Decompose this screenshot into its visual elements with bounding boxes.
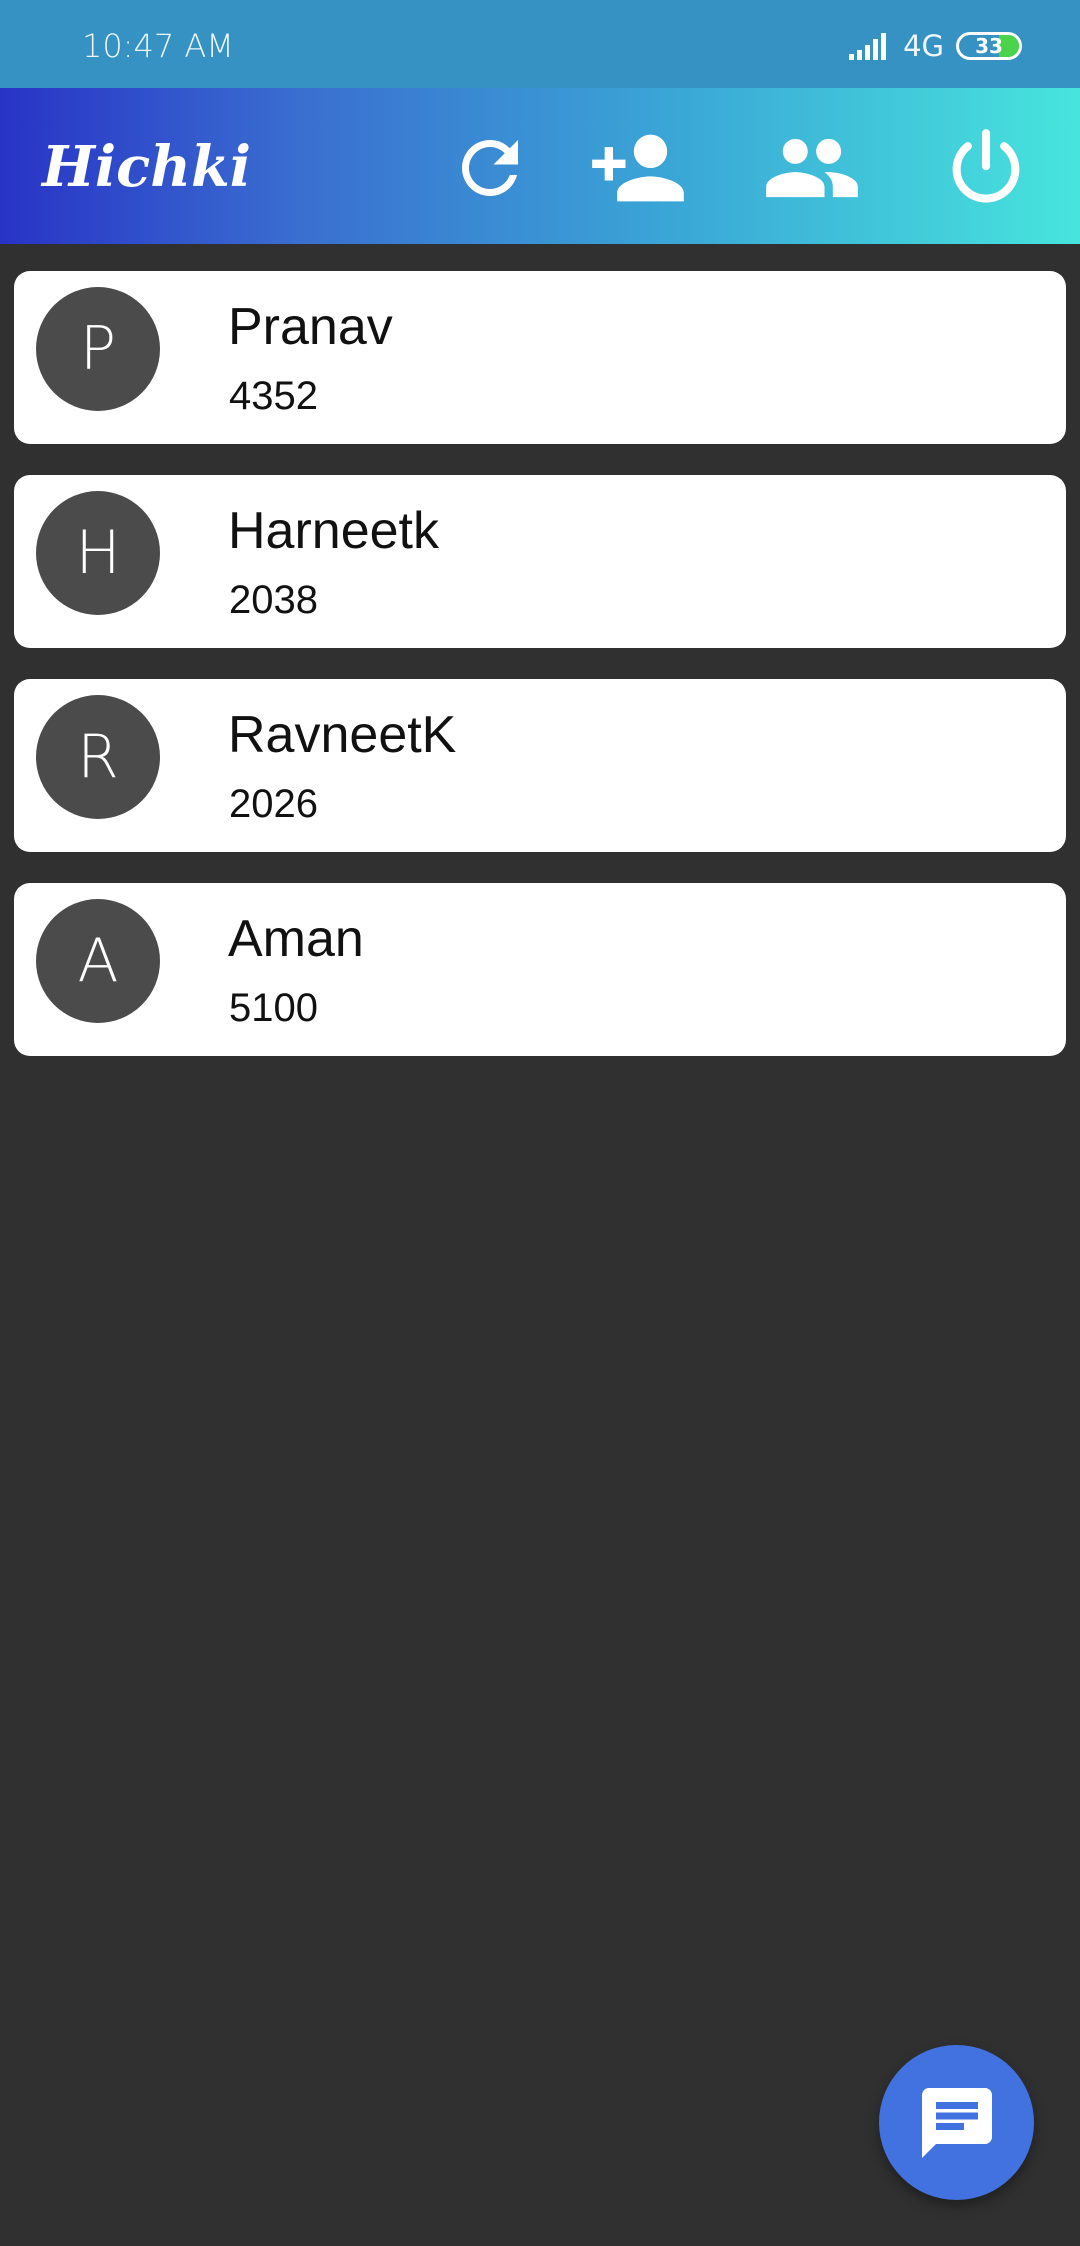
contact-name: Pranav [228, 298, 393, 356]
group-icon [766, 138, 858, 198]
group-button[interactable] [762, 118, 862, 218]
refresh-button[interactable] [440, 118, 540, 218]
contact-list: P Pranav 4352 H Harneetk 2038 R RavneetK… [14, 271, 1066, 1087]
signal-icon [849, 33, 887, 60]
contact-card-aman[interactable]: A Aman 5100 [14, 883, 1066, 1056]
new-message-button[interactable] [879, 2045, 1034, 2200]
contact-code: 5100 [229, 986, 318, 1030]
add-person-icon [592, 134, 684, 202]
power-icon [952, 129, 1020, 203]
avatar: H [36, 491, 160, 615]
contact-card-ravneetk[interactable]: R RavneetK 2026 [14, 679, 1066, 852]
contact-name: Harneetk [228, 502, 439, 560]
app-bar: Hichki [0, 88, 1080, 244]
contact-card-harneetk[interactable]: H Harneetk 2038 [14, 475, 1066, 648]
message-icon [921, 2087, 992, 2158]
contact-code: 2026 [229, 782, 318, 826]
status-bar: 10:47 AM 4G 33 [0, 0, 1080, 88]
avatar: P [36, 287, 160, 411]
avatar: A [36, 899, 160, 1023]
contact-name: RavneetK [228, 706, 457, 764]
battery-icon: 33 [956, 32, 1022, 60]
app-logo: Hichki [42, 134, 252, 200]
battery-percent: 33 [975, 34, 1003, 58]
contact-code: 4352 [229, 374, 318, 418]
power-button[interactable] [936, 118, 1036, 218]
avatar: R [36, 695, 160, 819]
contact-name: Aman [228, 910, 364, 968]
refresh-icon [462, 140, 518, 196]
status-time: 10:47 AM [82, 27, 234, 65]
status-indicators: 4G 33 [849, 26, 1022, 66]
network-type: 4G [903, 29, 944, 63]
contact-card-pranav[interactable]: P Pranav 4352 [14, 271, 1066, 444]
contact-code: 2038 [229, 578, 318, 622]
add-contact-button[interactable] [588, 118, 688, 218]
